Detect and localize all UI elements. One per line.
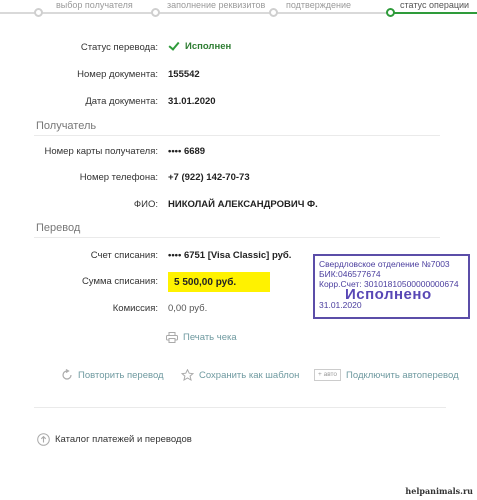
step-dot (151, 8, 160, 17)
autopay-button[interactable]: + авто Подключить автоперевод (314, 369, 459, 381)
card-label: Номер карты получателя: (44, 146, 159, 157)
repeat-transfer-button[interactable]: Повторить перевод (61, 369, 164, 381)
divider (34, 407, 446, 408)
fee-label: Комиссия: (112, 303, 158, 314)
print-receipt-button[interactable]: Печать чека (166, 332, 237, 343)
doc-date-value: 31.01.2020 (168, 96, 216, 107)
autopay-label: Подключить автоперевод (346, 369, 459, 381)
stamp-bik: БИК:046577674 (319, 269, 381, 279)
doc-number-label: Номер документа: (77, 69, 158, 80)
repeat-icon (61, 369, 73, 381)
divider (34, 237, 440, 238)
phone-row: Номер телефона: +7 (922) 142-70-73 (0, 171, 477, 185)
print-receipt-label: Печать чека (183, 332, 237, 343)
divider (34, 135, 440, 136)
save-template-label: Сохранить как шаблон (199, 369, 300, 381)
printer-icon (166, 332, 178, 343)
amount-label: Сумма списания: (81, 276, 158, 287)
step-label-1: выбор получателя (56, 0, 133, 10)
save-template-button[interactable]: Сохранить как шаблон (181, 369, 299, 381)
bank-stamp: Свердловское отделение №7003 БИК:0465776… (313, 254, 470, 319)
repeat-transfer-label: Повторить перевод (78, 369, 164, 381)
stepper-line (270, 12, 388, 14)
fee-value: 0,00 руб. (168, 303, 208, 314)
star-icon (181, 369, 194, 381)
transfer-section-title: Перевод (36, 222, 81, 234)
autopay-badge: + авто (314, 369, 342, 381)
card-row: Номер карты получателя: •••• 6689 (0, 145, 477, 159)
catalog-link[interactable]: Каталог платежей и переводов (37, 433, 192, 446)
check-icon (168, 40, 180, 52)
status-value: Исполнен (185, 40, 232, 52)
doc-date-row: Дата документа: 31.01.2020 (0, 95, 477, 109)
status-badge: Исполнен (168, 40, 231, 52)
status-label: Статус перевода: (80, 42, 158, 53)
status-row: Статус перевода: (0, 41, 477, 55)
amount-value: 5 500,00 руб. (168, 272, 270, 292)
phone-label: Номер телефона: (79, 172, 158, 183)
name-row: ФИО: НИКОЛАЙ АЛЕКСАНДРОВИЧ Ф. (0, 198, 477, 212)
step-dot (34, 8, 43, 17)
arrow-up-circle-icon (37, 433, 50, 446)
step-label-4: статус операции (400, 0, 470, 10)
step-label-3: подтверждение (286, 0, 352, 10)
step-dot (269, 8, 278, 17)
step-dot-active (386, 8, 395, 17)
card-value: •••• 6689 (168, 146, 206, 157)
stepper-line (150, 12, 270, 14)
account-value: •••• 6751 [Visa Classic] руб. (168, 250, 292, 261)
name-value: НИКОЛАЙ АЛЕКСАНДРОВИЧ Ф. (168, 199, 318, 210)
account-label: Счет списания: (90, 250, 158, 261)
doc-number-row: Номер документа: 155542 (0, 68, 477, 82)
stepper-line (0, 12, 150, 14)
doc-number-value: 155542 (168, 69, 200, 80)
name-label: ФИО: (133, 199, 158, 210)
stamp-branch: Свердловское отделение №7003 (319, 259, 450, 269)
catalog-label: Каталог платежей и переводов (55, 434, 192, 445)
step-label-2: заполнение реквизитов (167, 0, 266, 10)
stepper-line-active (388, 12, 477, 14)
progress-stepper: выбор получателя заполнение реквизитов п… (0, 0, 477, 22)
phone-value: +7 (922) 142-70-73 (168, 172, 250, 183)
recipient-section-title: Получатель (36, 120, 97, 132)
watermark: helpanimals.ru (405, 486, 473, 496)
doc-date-label: Дата документа: (85, 96, 158, 107)
